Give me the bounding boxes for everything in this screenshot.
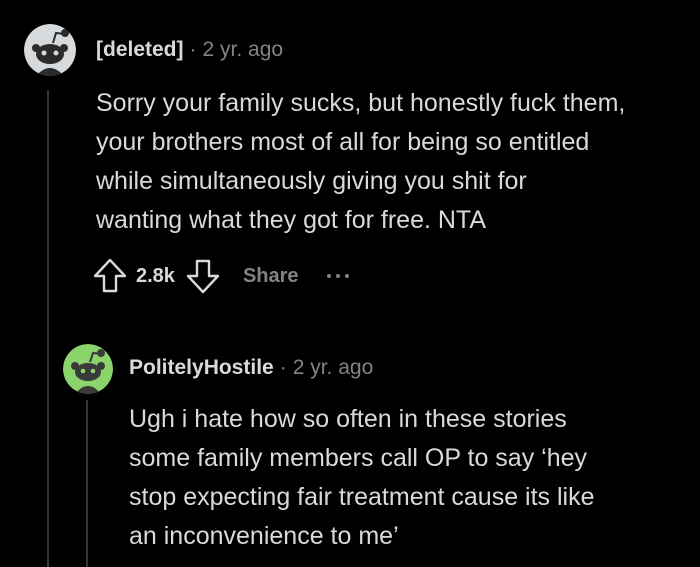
upvote-button[interactable] [92,257,128,295]
more-dots-icon[interactable] [326,274,349,278]
comment-line: some family members call OP to say ‘hey [129,444,588,472]
comment-line: your brothers most of all for being so e… [96,128,590,156]
meta-separator: · [279,356,287,379]
downvote-arrow-icon [186,259,220,294]
politelyhostile-avatar[interactable] [63,344,113,394]
reply-meta: PolitelyHostile · 2 yr. ago [129,355,373,381]
comment-line: wanting what they got for free. NTA [96,206,487,234]
upvote-arrow-icon [93,258,127,293]
author-name[interactable]: [deleted] [96,38,184,61]
comment-body: Sorry your family sucks, but honestly fu… [96,84,625,240]
author-name[interactable]: PolitelyHostile [129,356,274,379]
thread-line-top[interactable] [47,90,49,567]
comment-line: Sorry your family sucks, but honestly fu… [96,89,626,117]
comment-timestamp[interactable]: 2 yr. ago [203,38,284,61]
comment-line: while simultaneously giving you shit for [96,167,527,195]
snoo-green-icon [63,344,113,394]
comment-actions: 2.8k Share [92,256,349,296]
comment-line: Ugh i hate how so often in these stories [129,405,567,433]
downvote-button[interactable] [185,257,221,295]
meta-separator: · [189,38,197,61]
comment-line: an inconvenience to me’ [129,522,399,550]
comment-meta: [deleted] · 2 yr. ago [96,37,283,63]
thread-line-reply[interactable] [86,400,88,567]
snoo-deleted-icon [24,24,76,76]
reply-body: Ugh i hate how so often in these stories… [129,400,595,556]
share-button[interactable]: Share [243,265,299,288]
comment-line: stop expecting fair treatment cause its … [129,483,595,511]
comment-timestamp[interactable]: 2 yr. ago [293,356,374,379]
deleted-user-avatar[interactable] [24,24,76,76]
vote-score: 2.8k [136,264,175,287]
